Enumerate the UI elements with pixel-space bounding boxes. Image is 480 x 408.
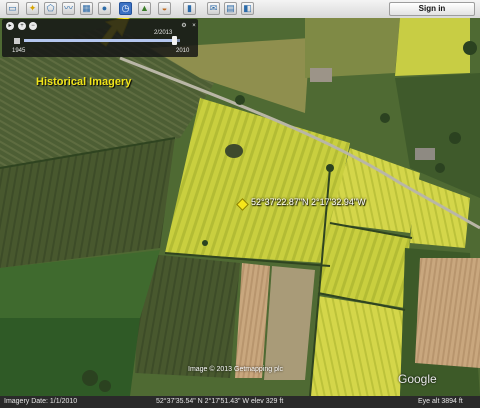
ruler-button[interactable]: ▮ bbox=[183, 2, 196, 15]
toolbar: ▭ ✦ ⬠ 〰 ▦ ● ◷ ▲ ◒ ▮ ✉ ▤ ◧ Sign in bbox=[0, 0, 480, 19]
zoom-out-icon[interactable]: − bbox=[29, 22, 37, 30]
path-icon: 〰 bbox=[63, 3, 73, 13]
add-image-overlay-button[interactable]: ▦ bbox=[80, 2, 93, 15]
timeline-start-year: 1945 bbox=[12, 48, 26, 54]
close-icon[interactable]: × bbox=[190, 22, 198, 30]
add-path-button[interactable]: 〰 bbox=[62, 2, 75, 15]
switch-to-sky-button[interactable]: ◒ bbox=[158, 2, 171, 15]
clock-icon: ◷ bbox=[121, 3, 130, 13]
record-tour-button[interactable]: ● bbox=[98, 2, 111, 15]
add-placemark-button[interactable]: ✦ bbox=[26, 2, 39, 15]
ruler-icon: ▮ bbox=[187, 3, 192, 13]
sunlight-button[interactable]: ▲ bbox=[138, 2, 151, 15]
google-logo: Google bbox=[398, 372, 437, 386]
add-polygon-button[interactable]: ⬠ bbox=[44, 2, 57, 15]
timeline-slider-thumb[interactable] bbox=[171, 36, 177, 45]
timeline-end-year: 2010 bbox=[176, 48, 190, 54]
imagery-copyright: Image © 2013 Getmapping plc bbox=[188, 366, 284, 373]
pushpin-icon: ✦ bbox=[28, 3, 37, 13]
imagery-date: Imagery Date: 1/1/2010 bbox=[4, 398, 78, 405]
placemark-label[interactable]: 52°37'22.87"N 2°17'32.94"W bbox=[251, 197, 366, 207]
cursor-coordinates: 52°37'35.54" N 2°17'51.43" W elev 329 ft bbox=[156, 398, 284, 405]
historical-imagery-button[interactable]: ◷ bbox=[119, 2, 132, 15]
historical-imagery-panel: ▸ + − 2/2013 ⚙ × 1945 2010 bbox=[2, 19, 198, 57]
selected-date-label: 2/2013 bbox=[154, 30, 173, 36]
zoom-in-icon[interactable]: + bbox=[18, 22, 26, 30]
planet-icon: ◒ bbox=[161, 3, 168, 13]
maps-icon: ◧ bbox=[243, 3, 252, 13]
sidebar-toggle-button[interactable]: ▭ bbox=[6, 2, 19, 15]
sign-in-button[interactable]: Sign in bbox=[389, 2, 475, 16]
image-overlay-icon: ▦ bbox=[82, 3, 91, 13]
view-in-maps-button[interactable]: ◧ bbox=[241, 2, 254, 15]
timeline-fill bbox=[24, 39, 174, 42]
print-icon: ▤ bbox=[226, 3, 235, 13]
print-button[interactable]: ▤ bbox=[224, 2, 237, 15]
settings-icon[interactable]: ⚙ bbox=[180, 22, 188, 30]
tour-icon[interactable]: ▸ bbox=[6, 22, 14, 30]
sunlight-icon: ▲ bbox=[140, 3, 149, 13]
polygon-icon: ⬠ bbox=[46, 3, 55, 13]
step-back-icon[interactable] bbox=[14, 38, 20, 44]
historical-imagery-annotation: Historical Imagery bbox=[36, 76, 132, 88]
email-icon: ✉ bbox=[209, 3, 218, 13]
eye-altitude: Eye alt 3894 ft bbox=[418, 398, 463, 405]
sidebar-icon: ▭ bbox=[8, 3, 17, 13]
email-button[interactable]: ✉ bbox=[207, 2, 220, 15]
status-bar: Imagery Date: 1/1/2010 52°37'35.54" N 2°… bbox=[0, 396, 480, 408]
record-tour-icon: ● bbox=[101, 3, 108, 13]
